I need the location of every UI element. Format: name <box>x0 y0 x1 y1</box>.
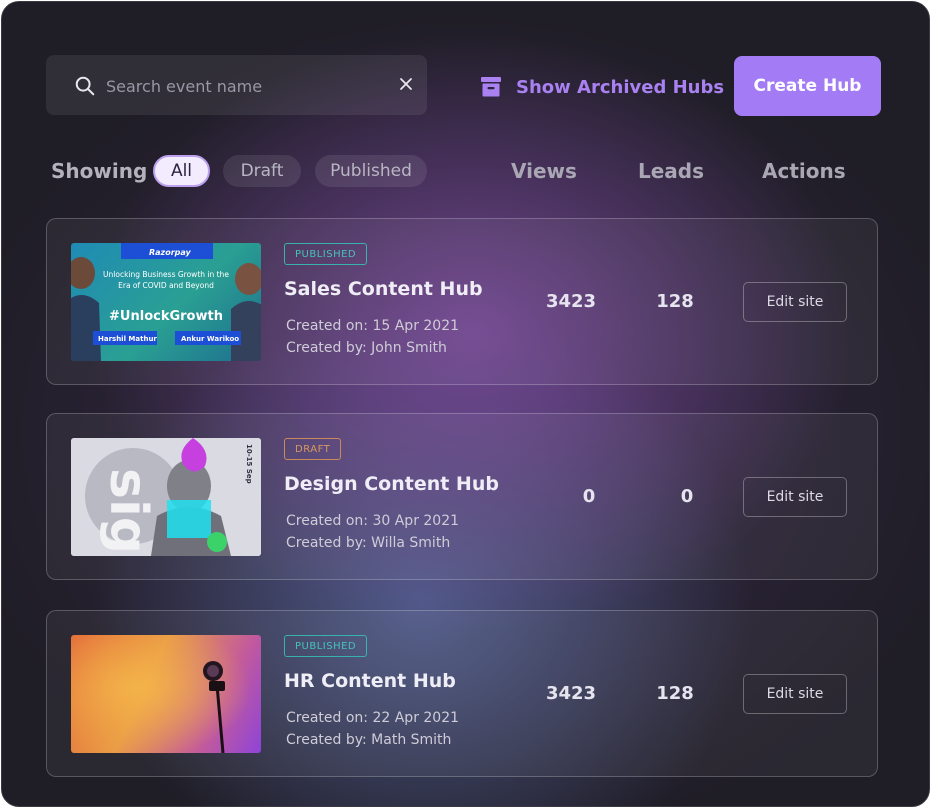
hub-leads-count: 128 <box>656 291 694 312</box>
hub-leads-count: 0 <box>680 486 694 507</box>
banner-speaker-2: Ankur Warikoo <box>181 335 239 343</box>
edit-site-button[interactable]: Edit site <box>743 477 847 517</box>
hub-created-on: Created on: 15 Apr 2021 <box>286 318 460 334</box>
hub-title: Design Content Hub <box>284 473 499 495</box>
hub-thumbnail <box>71 635 261 753</box>
hub-row: PUBLISHED HR Content Hub Created on: 22 … <box>46 610 878 777</box>
edit-site-button[interactable]: Edit site <box>743 282 847 322</box>
banner-brand: Razorpay <box>149 248 192 257</box>
show-archived-hubs-button[interactable]: Show Archived Hubs <box>480 74 724 100</box>
hub-views-count: 0 <box>582 486 596 507</box>
poster-side-text: 10-15 Sep <box>245 444 253 484</box>
banner-speaker-1: Harshil Mathur <box>98 335 157 343</box>
hub-title: Sales Content Hub <box>284 278 483 300</box>
archive-icon <box>481 77 501 97</box>
hub-created-by: Created by: Willa Smith <box>286 535 451 551</box>
hub-created-by: Created by: Math Smith <box>286 732 452 748</box>
hub-row: Razorpay Unlocking Business Growth in th… <box>46 218 878 385</box>
hub-created-on: Created on: 22 Apr 2021 <box>286 710 460 726</box>
hub-leads-count: 128 <box>656 683 694 704</box>
create-hub-button[interactable]: Create Hub <box>734 56 881 116</box>
edit-site-button[interactable]: Edit site <box>743 674 847 714</box>
hub-views-count: 3423 <box>545 683 597 704</box>
status-badge: DRAFT <box>284 438 342 460</box>
hub-thumbnail: Razorpay Unlocking Business Growth in th… <box>71 243 261 361</box>
hub-created-on: Created on: 30 Apr 2021 <box>286 513 460 529</box>
banner-headline: Unlocking Business Growth in the Era of … <box>103 270 229 290</box>
hub-row: sign 10-15 Sep DRAFT Design Content Hub … <box>46 413 878 580</box>
hub-title: HR Content Hub <box>284 670 456 692</box>
hub-created-by: Created by: John Smith <box>286 340 447 356</box>
content-hubs-panel: Show Archived Hubs Create Hub Showing Al… <box>1 1 930 807</box>
banner-hashtag: #UnlockGrowth <box>109 309 223 324</box>
close-icon[interactable] <box>399 77 413 91</box>
filter-tab-draft[interactable]: Draft <box>223 155 301 187</box>
poster-big-text: sign <box>98 468 158 556</box>
hub-thumbnail: sign 10-15 Sep <box>71 438 261 556</box>
filter-tab-published[interactable]: Published <box>315 155 427 187</box>
design-poster-image: sign 10-15 Sep <box>71 438 261 556</box>
showing-label: Showing <box>51 159 148 183</box>
column-header-views: Views <box>511 159 577 183</box>
webinar-banner-image: Razorpay Unlocking Business Growth in th… <box>71 243 261 361</box>
search-box <box>46 55 427 115</box>
status-badge: PUBLISHED <box>284 243 368 265</box>
microphone-stage-image <box>71 635 261 753</box>
search-input[interactable] <box>104 69 378 103</box>
show-archived-hubs-label: Show Archived Hubs <box>516 76 725 98</box>
search-icon <box>75 76 95 96</box>
column-header-actions: Actions <box>762 159 846 183</box>
column-header-leads: Leads <box>638 159 705 183</box>
filter-tab-all[interactable]: All <box>153 155 210 187</box>
hub-views-count: 3423 <box>545 291 597 312</box>
status-badge: PUBLISHED <box>284 635 368 657</box>
